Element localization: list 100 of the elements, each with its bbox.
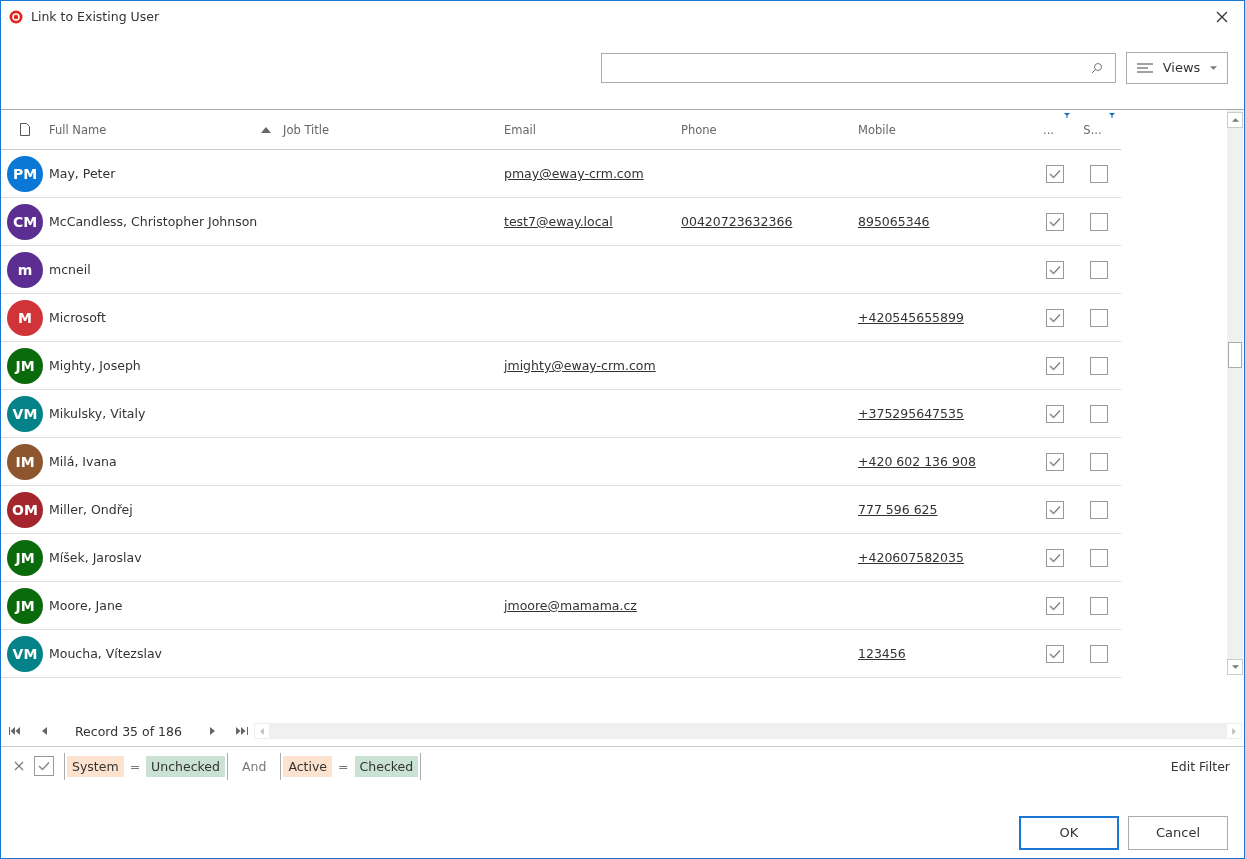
avatar: M (7, 299, 43, 336)
filter-value[interactable]: Checked (354, 755, 419, 777)
name-cell: Moucha, Vítezslav (49, 646, 162, 661)
mobile-link[interactable]: +420607582035 (858, 550, 964, 565)
checkbox[interactable] (1089, 548, 1108, 567)
checkbox[interactable] (1045, 260, 1064, 279)
views-button[interactable]: Views (1126, 51, 1228, 84)
column-header[interactable]: S... (1083, 122, 1102, 137)
mobile-link[interactable]: +375295647535 (858, 406, 964, 421)
email-link[interactable]: jmighty@eway-crm.com (504, 358, 656, 373)
checkbox[interactable] (1045, 356, 1064, 375)
checkmark-icon (1048, 312, 1061, 323)
filter-value[interactable]: Unchecked (146, 755, 225, 777)
filter-field[interactable]: System (67, 755, 124, 777)
checkbox[interactable] (1089, 452, 1108, 471)
close-icon[interactable] (1216, 10, 1228, 23)
checkbox[interactable] (1089, 404, 1108, 423)
avatar: PM (7, 155, 43, 192)
name-cell: Miller, Ondřej (49, 502, 133, 517)
filter-conjunction: And (240, 758, 268, 774)
mobile-link[interactable]: +420545655899 (858, 310, 964, 325)
mobile-link[interactable]: 123456 (858, 646, 906, 661)
mobile-link[interactable]: 777 596 625 (858, 502, 938, 517)
email-link[interactable]: jmoore@mamama.cz (504, 598, 637, 613)
first-page-icon[interactable] (9, 727, 22, 735)
checkbox[interactable] (1045, 644, 1064, 663)
cancel-button[interactable]: Cancel (1128, 815, 1228, 850)
checkmark-icon (1048, 504, 1061, 515)
filter-operator: = (338, 758, 349, 774)
checkbox[interactable] (1045, 164, 1064, 183)
previous-page-icon[interactable] (42, 727, 47, 735)
checkbox[interactable] (1089, 260, 1108, 279)
checkbox[interactable] (1089, 308, 1108, 327)
filter-operator: = (129, 758, 141, 774)
checkbox[interactable] (1089, 644, 1108, 663)
checkbox[interactable] (1045, 308, 1064, 327)
name-cell: mcneil (49, 262, 91, 277)
checkmark-icon (1048, 360, 1061, 371)
avatar: IM (7, 443, 43, 480)
phone-link[interactable]: 00420723632366 (681, 214, 793, 229)
filter-field[interactable]: Active (283, 755, 333, 777)
name-cell: Milá, Ivana (49, 454, 117, 469)
checkbox[interactable] (1089, 596, 1108, 615)
checkmark-icon (1048, 600, 1061, 611)
avatar: VM (7, 395, 43, 432)
checkbox[interactable] (1045, 212, 1064, 231)
mobile-link[interactable]: +420 602 136 908 (858, 454, 976, 469)
checkbox[interactable] (1089, 500, 1108, 519)
checkbox[interactable] (1089, 212, 1108, 231)
scroll-thumb[interactable] (1228, 342, 1242, 368)
search-field[interactable] (601, 52, 1116, 83)
search-icon (1091, 61, 1103, 74)
name-cell: Mikulsky, Vitaly (49, 406, 146, 421)
sort-ascending-icon (261, 126, 271, 133)
checkbox[interactable] (1045, 404, 1064, 423)
name-cell: Moore, Jane (49, 598, 123, 613)
checkmark-icon (38, 761, 50, 771)
checkmark-icon (1048, 408, 1061, 419)
checkbox[interactable] (1089, 356, 1108, 375)
scroll-right-icon (1232, 727, 1236, 735)
column-header[interactable]: Full Name (49, 122, 107, 137)
email-link[interactable]: pmay@eway-crm.com (504, 166, 644, 181)
name-cell: Microsoft (49, 310, 106, 325)
email-link[interactable]: test7@eway.local (504, 214, 613, 229)
column-header[interactable]: ... (1043, 122, 1054, 137)
column-header[interactable]: Email (504, 122, 536, 137)
column-header[interactable]: Mobile (858, 122, 896, 137)
scroll-down-icon (1231, 665, 1239, 669)
app-logo-icon (9, 9, 23, 24)
checkmark-icon (1048, 168, 1061, 179)
ok-button[interactable]: OK (1019, 815, 1119, 850)
mobile-link[interactable]: 895065346 (858, 214, 930, 229)
checkbox[interactable] (1045, 500, 1064, 519)
column-header[interactable]: Phone (681, 122, 717, 137)
clear-filter-icon[interactable] (14, 761, 24, 771)
filter-icon (1064, 113, 1070, 118)
checkbox[interactable] (1089, 164, 1108, 183)
lines-icon (1136, 62, 1153, 73)
checkmark-icon (1048, 456, 1061, 467)
last-page-icon[interactable] (234, 727, 248, 735)
name-cell: Mighty, Joseph (49, 358, 141, 373)
next-page-icon[interactable] (209, 727, 215, 735)
checkbox[interactable] (1045, 548, 1064, 567)
name-cell: Míšek, Jaroslav (49, 550, 142, 565)
avatar: JM (7, 347, 43, 384)
avatar: JM (7, 587, 43, 624)
vertical-scrollbar[interactable] (1227, 110, 1243, 675)
horizontal-scrollbar[interactable] (253, 723, 1242, 739)
name-cell: May, Peter (49, 166, 116, 181)
scroll-left-icon (259, 727, 264, 735)
column-header[interactable]: Job Title (283, 122, 330, 137)
document-icon (20, 123, 30, 136)
filter-icon (1109, 113, 1115, 118)
checkbox[interactable] (1045, 596, 1064, 615)
avatar: VM (7, 635, 43, 672)
edit-filter-link[interactable]: Edit Filter (1170, 758, 1230, 774)
record-counter: Record 35 of 186 (74, 723, 183, 739)
checkbox[interactable] (1045, 452, 1064, 471)
filter-checkbox[interactable] (34, 756, 54, 776)
window-title: Link to Existing User (31, 9, 161, 24)
